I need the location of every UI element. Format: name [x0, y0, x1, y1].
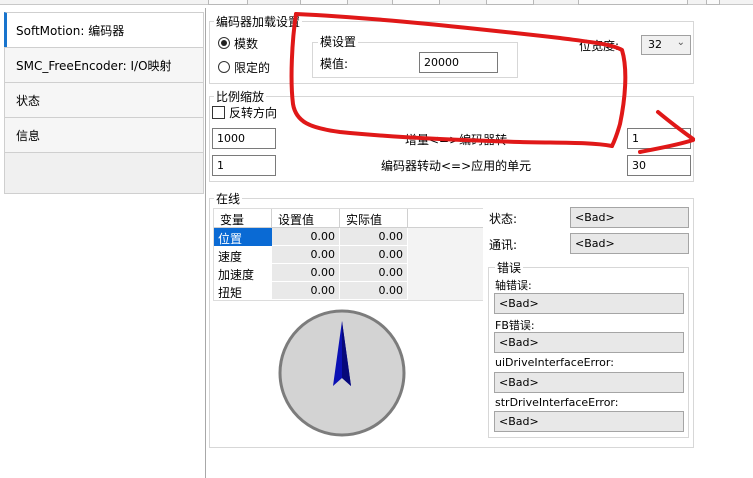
left-tab-strip: SoftMotion: 编码器 SMC_FreeEncoder: I/O映射 状…: [4, 12, 204, 194]
online-values-table: 变量 设置值 实际值 位置 0.00 0.00 速度 0.00 0.00 加速度…: [213, 208, 483, 301]
ui-drive-error-label: uiDriveInterfaceError:: [495, 356, 614, 369]
table-cell: 0.00: [340, 246, 408, 264]
fb-error-value: <Bad>: [494, 332, 684, 353]
toolbar-fragment: [578, 0, 688, 5]
toolbar-fragment: [208, 0, 248, 5]
position-dial: [278, 309, 406, 437]
invert-direction-label: 反转方向: [229, 106, 278, 120]
modulo-settings-title: 模设置: [318, 33, 359, 50]
table-header[interactable]: 设置值: [272, 209, 340, 228]
bit-width-value: 32: [648, 38, 662, 51]
scaling-title: 比例缩放: [214, 88, 267, 105]
tab-io-mapping[interactable]: SMC_FreeEncoder: I/O映射: [4, 47, 204, 82]
tab-label: SoftMotion: 编码器: [16, 24, 125, 38]
toolbar-fragment: [486, 0, 534, 5]
modulo-value-input[interactable]: 20000: [419, 52, 498, 73]
scaling-row1-left-input[interactable]: 1000: [212, 128, 276, 149]
ui-drive-error-value: <Bad>: [494, 372, 684, 393]
table-cell: 0.00: [340, 264, 408, 282]
table-header-filler: [408, 209, 483, 228]
status-label: 状态:: [489, 212, 518, 226]
status-value: <Bad>: [570, 207, 689, 228]
table-header[interactable]: 实际值: [340, 209, 408, 228]
modulo-radio-label: 模数: [234, 37, 259, 51]
tab-label: 状态: [16, 94, 41, 108]
str-drive-error-value: <Bad>: [494, 411, 684, 432]
bit-width-label: 位宽度:: [579, 39, 620, 53]
table-row[interactable]: 扭矩: [214, 282, 272, 300]
errors-title: 错误: [495, 259, 524, 276]
axis-error-label: 轴错误:: [495, 279, 532, 292]
invert-direction-checkbox[interactable]: [212, 106, 225, 119]
toolbar-fragment: [392, 0, 440, 5]
scaling-row2-right-input[interactable]: 30: [627, 155, 691, 176]
table-row[interactable]: 位置: [214, 228, 272, 246]
table-header[interactable]: 变量: [214, 209, 272, 228]
encoder-config-title: 编码器加载设置: [214, 13, 303, 30]
table-cell: 0.00: [272, 264, 340, 282]
table-cell: 0.00: [340, 228, 408, 246]
table-cell: 0.00: [272, 246, 340, 264]
table-empty-area: [408, 228, 483, 300]
limited-radio[interactable]: [218, 61, 230, 73]
tab-status[interactable]: 状态: [4, 82, 204, 117]
tab-label: SMC_FreeEncoder: I/O映射: [16, 59, 172, 73]
online-title: 在线: [214, 190, 243, 207]
toolbar-fragment: [300, 0, 348, 5]
scaling-row1-label: 增量<=>编码器转: [405, 133, 508, 147]
scaling-row2-label: 编码器转动<=>应用的单元: [381, 159, 532, 173]
modulo-radio[interactable]: [218, 37, 230, 49]
limited-radio-label: 限定的: [234, 61, 271, 75]
scaling-row2-left-input[interactable]: 1: [212, 155, 276, 176]
fb-error-label: FB错误:: [495, 319, 535, 332]
table-cell: 0.00: [340, 282, 408, 300]
tab-softmotion-encoder[interactable]: SoftMotion: 编码器: [4, 12, 204, 47]
modulo-value-label: 模值:: [320, 57, 349, 71]
comm-label: 通讯:: [489, 238, 518, 252]
chevron-down-icon: ⌄: [676, 37, 685, 48]
bit-width-select[interactable]: 32 ⌄: [641, 35, 691, 55]
tab-label: 信息: [16, 129, 41, 143]
table-row[interactable]: 加速度: [214, 264, 272, 282]
tab-strip-filler: [4, 152, 204, 194]
tab-info[interactable]: 信息: [4, 117, 204, 152]
table-cell: 0.00: [272, 282, 340, 300]
toolbar-fragment: [706, 0, 720, 5]
str-drive-error-label: strDriveInterfaceError:: [495, 396, 619, 409]
axis-error-value: <Bad>: [494, 293, 684, 314]
scaling-row1-right-input[interactable]: 1: [627, 128, 691, 149]
table-cell: 0.00: [272, 228, 340, 246]
comm-value: <Bad>: [570, 233, 689, 254]
table-row[interactable]: 速度: [214, 246, 272, 264]
